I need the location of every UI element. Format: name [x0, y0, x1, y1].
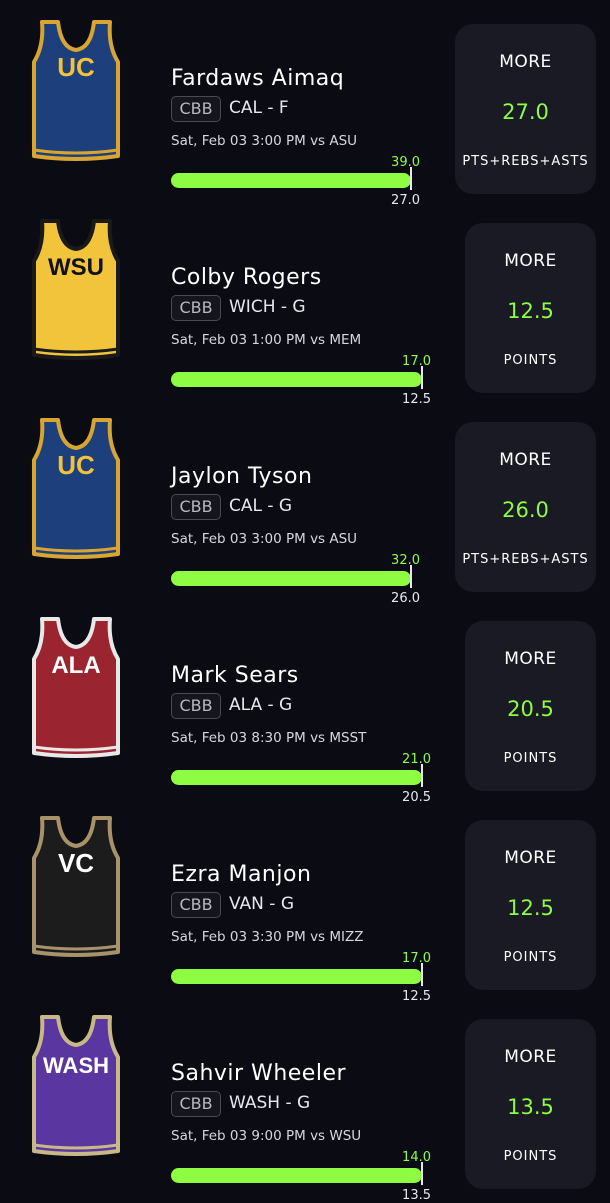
jersey-icon: ALA	[32, 617, 120, 758]
projection-bar	[171, 1168, 422, 1183]
player-row[interactable]: ALA Mark Sears CBB ALA - G Sat, Feb 03 8…	[0, 597, 610, 805]
pick-line: 12.5	[507, 299, 554, 323]
game-info: Sat, Feb 03 1:00 PM vs MEM	[171, 332, 362, 348]
player-row[interactable]: WSU Colby Rogers CBB WICH - G Sat, Feb 0…	[0, 199, 610, 407]
player-row[interactable]: VC Ezra Manjon CBB VAN - G Sat, Feb 03 3…	[0, 796, 610, 1004]
jersey: WASH	[28, 1013, 124, 1158]
pick-direction: MORE	[504, 848, 557, 868]
team-position: CAL - G	[229, 496, 293, 516]
pick-card[interactable]: MORE 26.0 PTS+REBS+ASTS	[455, 422, 596, 592]
player-name: Colby Rogers	[171, 265, 322, 290]
line-marker	[421, 1162, 423, 1185]
player-name: Mark Sears	[171, 663, 299, 688]
jersey: WSU	[28, 217, 124, 362]
line-marker	[410, 565, 412, 588]
jersey: VC	[28, 814, 124, 959]
jersey: UC	[28, 416, 124, 561]
jersey-text: WSU	[48, 254, 104, 281]
league-badge: CBB	[171, 892, 221, 918]
stat-type: POINTS	[503, 353, 558, 368]
jersey-icon: UC	[32, 20, 120, 161]
pick-line: 26.0	[502, 498, 549, 522]
line-marker	[410, 167, 412, 190]
pick-direction: MORE	[504, 251, 557, 271]
player-row[interactable]: UC Jaylon Tyson CBB CAL - G Sat, Feb 03 …	[0, 398, 610, 606]
game-info: Sat, Feb 03 3:30 PM vs MIZZ	[171, 929, 364, 945]
jersey-icon: WASH	[32, 1015, 120, 1156]
stat-type: PTS+REBS+ASTS	[462, 154, 589, 169]
jersey-text: UC	[57, 450, 95, 480]
pick-card[interactable]: MORE 13.5 POINTS	[465, 1019, 596, 1189]
league-badge: CBB	[171, 96, 221, 122]
projection-bar	[171, 969, 422, 984]
league-badge: CBB	[171, 494, 221, 520]
projection-bar	[171, 173, 411, 188]
jersey-text: ALA	[51, 652, 100, 679]
jersey-icon: UC	[32, 418, 120, 559]
game-info: Sat, Feb 03 8:30 PM vs MSST	[171, 730, 367, 746]
projection-bar	[171, 571, 411, 586]
team-position: CAL - F	[229, 98, 289, 118]
player-name: Fardaws Aimaq	[171, 66, 345, 91]
jersey-text: UC	[57, 52, 95, 82]
stat-type: POINTS	[503, 950, 558, 965]
team-position: ALA - G	[229, 695, 293, 715]
jersey: ALA	[28, 615, 124, 760]
jersey-text: WASH	[43, 1053, 109, 1078]
stat-type: PTS+REBS+ASTS	[462, 552, 589, 567]
jersey-text: VC	[58, 848, 94, 878]
player-row[interactable]: WASH Sahvir Wheeler CBB WASH - G Sat, Fe…	[0, 995, 610, 1203]
pick-card[interactable]: MORE 27.0 PTS+REBS+ASTS	[455, 24, 596, 194]
pick-direction: MORE	[499, 52, 552, 72]
line-marker	[421, 963, 423, 986]
player-name: Ezra Manjon	[171, 862, 312, 887]
jersey: UC	[28, 18, 124, 163]
line-marker	[421, 764, 423, 787]
stat-type: POINTS	[503, 1149, 558, 1164]
bar-line-value: 13.5	[402, 1188, 431, 1203]
jersey-icon: VC	[32, 816, 120, 957]
stat-type: POINTS	[503, 751, 558, 766]
jersey-icon: WSU	[32, 219, 120, 360]
league-badge: CBB	[171, 295, 221, 321]
team-position: WICH - G	[229, 297, 306, 317]
pick-line: 13.5	[507, 1095, 554, 1119]
game-info: Sat, Feb 03 3:00 PM vs ASU	[171, 531, 358, 547]
pick-line: 12.5	[507, 896, 554, 920]
pick-card[interactable]: MORE 12.5 POINTS	[465, 223, 596, 393]
pick-direction: MORE	[499, 450, 552, 470]
projection-bar	[171, 770, 422, 785]
team-position: VAN - G	[229, 894, 295, 914]
game-info: Sat, Feb 03 3:00 PM vs ASU	[171, 133, 358, 149]
projection-bar	[171, 372, 422, 387]
player-name: Jaylon Tyson	[171, 464, 313, 489]
game-info: Sat, Feb 03 9:00 PM vs WSU	[171, 1128, 362, 1144]
pick-card[interactable]: MORE 12.5 POINTS	[465, 820, 596, 990]
pick-direction: MORE	[504, 1047, 557, 1067]
league-badge: CBB	[171, 1091, 221, 1117]
pick-direction: MORE	[504, 649, 557, 669]
pick-line: 27.0	[502, 100, 549, 124]
player-row[interactable]: UC Fardaws Aimaq CBB CAL - F Sat, Feb 03…	[0, 0, 610, 208]
pick-line: 20.5	[507, 697, 554, 721]
player-name: Sahvir Wheeler	[171, 1061, 347, 1086]
team-position: WASH - G	[229, 1093, 311, 1113]
league-badge: CBB	[171, 693, 221, 719]
line-marker	[421, 366, 423, 389]
pick-card[interactable]: MORE 20.5 POINTS	[465, 621, 596, 791]
